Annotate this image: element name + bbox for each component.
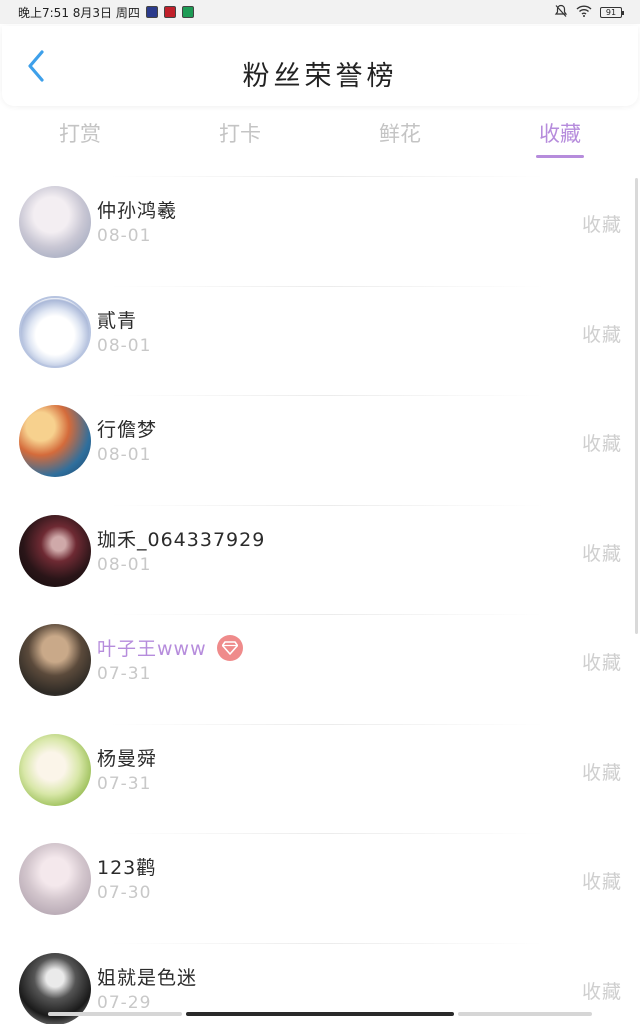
avatar[interactable]: [19, 186, 91, 258]
list-item[interactable]: 杨曼舜 07-31 收藏: [0, 716, 640, 826]
bell-muted-icon: [554, 4, 568, 21]
list-item[interactable]: 珈禾_064337929 08-01 收藏: [0, 497, 640, 607]
divider: [110, 614, 544, 615]
user-name: 行儋梦: [97, 415, 157, 442]
tab-bar: 打赏 打卡 鲜花 收藏: [0, 106, 640, 162]
item-date: 07-31: [97, 664, 152, 684]
list-item[interactable]: 姐就是色迷 07-29 收藏: [0, 935, 640, 1024]
action-label: 收藏: [581, 871, 622, 893]
tab-checkin[interactable]: 打卡: [160, 106, 320, 162]
divider: [110, 833, 544, 834]
item-date: 07-29: [97, 992, 152, 1013]
user-name-text: 叶子王www: [97, 638, 207, 660]
home-indicator-segment: [48, 1012, 182, 1016]
scrollbar[interactable]: [635, 178, 638, 634]
divider: [110, 723, 544, 725]
avatar[interactable]: [19, 514, 91, 587]
item-date: 08-01: [97, 445, 152, 465]
list-item[interactable]: 123鹳 07-30 收藏: [0, 825, 640, 935]
status-right: 91: [554, 4, 624, 21]
status-left: 晚上7:51 8月3日 周四: [18, 4, 194, 21]
wifi-icon: [576, 4, 592, 20]
list-item[interactable]: 行儋梦 08-01 收藏: [0, 387, 640, 497]
user-name-text: 姐就是色迷: [97, 966, 198, 989]
tab-favorites[interactable]: 收藏: [480, 106, 640, 162]
user-name-text: 貳青: [97, 309, 138, 332]
item-date: 07-30: [97, 883, 152, 903]
divider: [110, 285, 544, 287]
ranking-list: 仲孙鸿羲 08-01 收藏 貳青 08-01 收藏 行儋梦 08-01 收藏 珈…: [0, 168, 640, 1024]
user-name: 杨曼舜: [97, 744, 157, 771]
app-notification-icon: [145, 6, 158, 18]
user-name-text: 仲孙鸿羲: [97, 200, 178, 222]
action-label: 收藏: [581, 761, 622, 784]
app-notification-icon: [181, 6, 194, 18]
avatar[interactable]: [19, 624, 91, 696]
user-name: 珈禾_064337929: [97, 525, 265, 552]
list-item[interactable]: 叶子王www 07-31 收藏: [0, 606, 640, 716]
action-label: 收藏: [581, 980, 622, 1003]
header: 粉丝荣誉榜: [2, 26, 638, 106]
list-item[interactable]: 仲孙鸿羲 08-01 收藏: [0, 168, 640, 278]
user-name: 貳青: [97, 306, 137, 333]
action-label: 收藏: [581, 652, 622, 674]
action-label: 收藏: [581, 433, 622, 455]
item-date: 08-01: [97, 226, 152, 246]
item-date: 07-31: [97, 773, 152, 794]
user-name: 叶子王www: [97, 634, 243, 661]
user-name-text: 杨曼舜: [97, 747, 158, 770]
user-name-text: 行儋梦: [97, 419, 158, 441]
divider: [110, 395, 544, 396]
avatar[interactable]: [19, 843, 91, 915]
divider: [110, 942, 544, 944]
action-label: 收藏: [581, 323, 622, 346]
action-label: 收藏: [581, 214, 622, 236]
avatar[interactable]: [19, 733, 91, 806]
app-notification-icon: [163, 6, 176, 18]
status-time: 晚上7:51 8月3日 周四: [18, 5, 140, 20]
avatar[interactable]: [19, 405, 91, 477]
diamond-badge-icon: [216, 634, 243, 661]
battery-icon: 91: [600, 6, 624, 18]
user-name: 仲孙鸿羲: [97, 196, 177, 223]
avatar[interactable]: [19, 295, 91, 368]
home-indicator[interactable]: [0, 1012, 640, 1018]
divider: [110, 504, 544, 506]
user-name: 123鹳: [97, 853, 156, 880]
status-bar: 晚上7:51 8月3日 周四 91: [0, 0, 640, 24]
tab-flowers[interactable]: 鲜花: [320, 106, 480, 162]
item-date: 08-01: [97, 335, 152, 356]
item-date: 08-01: [97, 554, 152, 575]
user-name-text: 123鹳: [97, 857, 157, 879]
tab-tips[interactable]: 打赏: [0, 106, 160, 162]
home-indicator-segment: [458, 1012, 592, 1016]
action-label: 收藏: [581, 542, 622, 565]
list-item[interactable]: 貳青 08-01 收藏: [0, 278, 640, 388]
home-indicator-bar[interactable]: [186, 1012, 454, 1016]
user-name: 姐就是色迷: [97, 963, 197, 990]
user-name-text: 珈禾_064337929: [97, 528, 266, 551]
page-title: 粉丝荣誉榜: [242, 61, 398, 92]
divider: [110, 176, 544, 177]
